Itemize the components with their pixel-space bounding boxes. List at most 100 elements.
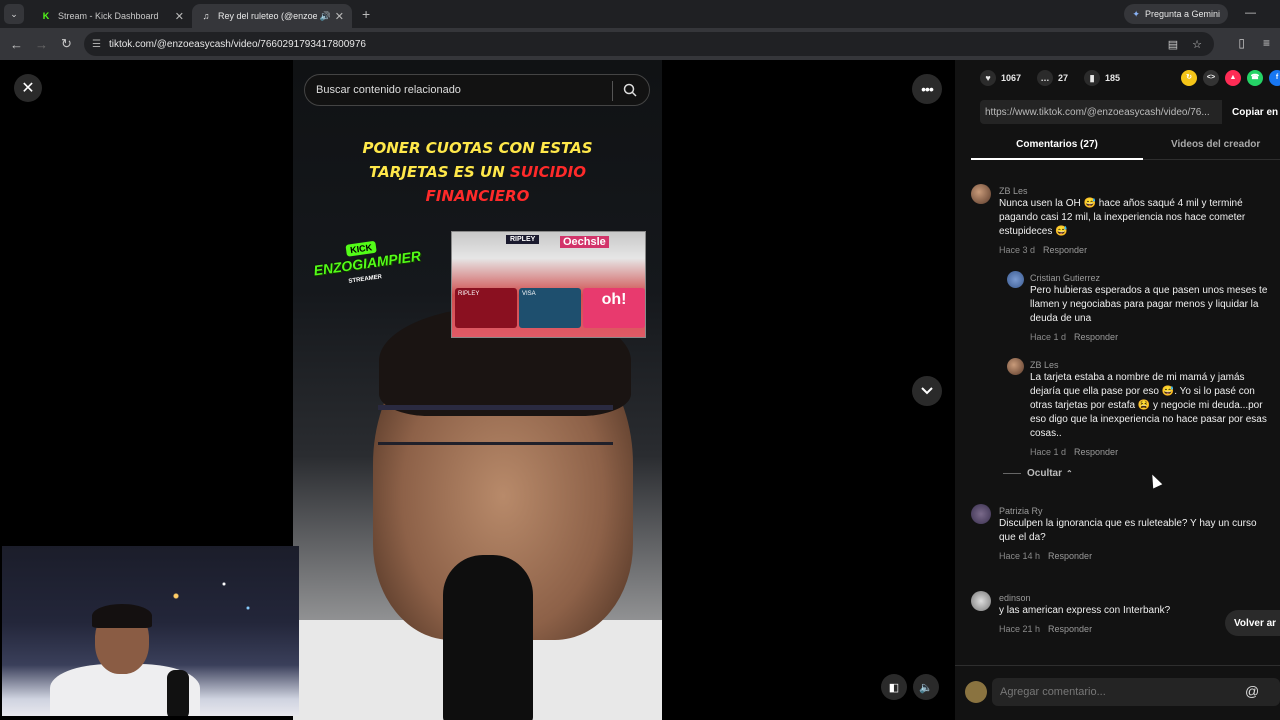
- gemini-button[interactable]: ✦ Pregunta a Gemini: [1124, 4, 1228, 24]
- browser-tab-strip: ⌄ K Stream - Kick Dashboard ✕ ♫ Rey del …: [0, 0, 1280, 28]
- comment-button[interactable]: … 27: [1037, 70, 1068, 86]
- video-microphone: [443, 555, 533, 720]
- comment-time: Hace 1 d: [1030, 447, 1067, 457]
- reading-list-icon[interactable]: ≡: [1263, 36, 1270, 50]
- new-tab-button[interactable]: +: [362, 6, 370, 22]
- like-button[interactable]: ♥ 1067: [980, 70, 1021, 86]
- comment-author[interactable]: Cristian Gutierrez: [1030, 271, 1100, 285]
- close-tab-icon[interactable]: ✕: [175, 10, 184, 23]
- extensions-icon[interactable]: ▯: [1238, 36, 1245, 50]
- ripley-card-label: RIPLEY: [458, 291, 480, 297]
- browser-toolbar: ← → ↻ ☰ tiktok.com/@enzoeasycash/video/7…: [0, 28, 1280, 60]
- volume-icon[interactable]: 🔈: [913, 674, 939, 700]
- install-app-icon[interactable]: ▤: [1168, 38, 1178, 51]
- comment-author[interactable]: Patrizia Ry: [999, 504, 1043, 518]
- gemini-icon: ✦: [1132, 8, 1140, 19]
- reply-button[interactable]: Responder: [1074, 332, 1118, 342]
- facebook-icon[interactable]: f: [1269, 70, 1280, 86]
- copy-link-button[interactable]: Copiar en: [1232, 107, 1278, 118]
- caption-line-1: PONER CUOTAS CON ESTAS: [362, 139, 593, 157]
- comment-time: Hace 3 d: [999, 245, 1036, 255]
- forward-icon[interactable]: →: [29, 37, 54, 52]
- reply-button[interactable]: Responder: [1074, 447, 1118, 457]
- more-options-icon[interactable]: •••: [912, 74, 942, 104]
- hide-replies-button[interactable]: Ocultar ⌃: [1003, 468, 1073, 479]
- kick-icon: K: [42, 11, 50, 21]
- reload-icon[interactable]: ↻: [54, 36, 79, 52]
- bookmark-star-icon[interactable]: ☆: [1192, 38, 1202, 51]
- back-icon[interactable]: ←: [4, 37, 29, 52]
- send-to-friends-icon[interactable]: ▲: [1225, 70, 1241, 86]
- tab-kick-dashboard[interactable]: K Stream - Kick Dashboard ✕: [32, 4, 192, 28]
- comment-text: La tarjeta estaba a nombre de mi mamá y …: [1030, 372, 1267, 439]
- tab-title: Stream - Kick Dashboard: [58, 11, 159, 21]
- reply-button[interactable]: Responder: [1043, 245, 1087, 255]
- chevron-up-icon: ⌃: [1066, 469, 1073, 478]
- hide-label: Ocultar: [1027, 468, 1063, 479]
- minimize-icon[interactable]: —: [1245, 7, 1256, 19]
- comment-author[interactable]: ZB Les: [999, 184, 1028, 198]
- visa-label: VISA: [522, 291, 536, 297]
- share-repost-icon[interactable]: ↻: [1181, 70, 1197, 86]
- video-glasses: [378, 405, 613, 445]
- comment-text: Pero hubieras esperados a que pasen unos…: [1030, 285, 1268, 324]
- site-info-icon[interactable]: ☰: [92, 39, 101, 50]
- gemini-label: Pregunta a Gemini: [1144, 9, 1220, 19]
- comment-text: y las american express con Interbank?: [999, 605, 1171, 616]
- avatar[interactable]: [1007, 271, 1024, 288]
- oh-card: oh!: [583, 288, 645, 328]
- avatar[interactable]: [971, 184, 991, 204]
- mention-icon[interactable]: @: [1245, 683, 1259, 699]
- ripley-card: RIPLEY: [455, 288, 517, 328]
- embed-code-icon[interactable]: <>: [1203, 70, 1219, 86]
- kick-sub: STREAMER: [348, 274, 383, 285]
- close-icon[interactable]: ✕: [14, 74, 42, 102]
- avatar: [965, 681, 987, 703]
- search-placeholder: Buscar contenido relacionado: [316, 84, 461, 96]
- comment-time: Hace 1 d: [1030, 332, 1067, 342]
- comment-meta: Hace 14 h Responder: [999, 549, 1092, 563]
- reply-button[interactable]: Responder: [1048, 624, 1092, 634]
- caption-line-2: TARJETAS ES UN SUICIDIO: [293, 160, 662, 184]
- comment-author[interactable]: edinson: [999, 591, 1031, 605]
- avatar[interactable]: [971, 504, 991, 524]
- caption-line-2a: TARJETAS ES UN: [369, 163, 511, 181]
- reply-button[interactable]: Responder: [1048, 551, 1092, 561]
- search-icon[interactable]: [623, 83, 637, 97]
- comment-item: Patrizia Ry Disculpen la ignorancia que …: [971, 504, 1276, 564]
- tab-comments[interactable]: Comentarios (27): [971, 132, 1143, 160]
- video-link-text[interactable]: https://www.tiktok.com/@enzoeasycash/vid…: [980, 100, 1222, 124]
- webcam-microphone: [167, 670, 189, 716]
- comment-text: Nunca usen la OH 😅 hace años saqué 4 mil…: [999, 198, 1246, 237]
- bookmark-icon: ▮: [1084, 70, 1101, 86]
- add-comment-input[interactable]: Agregar comentario...: [992, 678, 1280, 706]
- tab-tiktok-video[interactable]: ♫ Rey del ruleteo (@enzoeas 🔊 ✕: [192, 4, 352, 28]
- comment-author[interactable]: ZB Les: [1030, 358, 1059, 372]
- address-bar[interactable]: ☰ tiktok.com/@enzoeasycash/video/7660291…: [84, 32, 1214, 56]
- avatar[interactable]: [971, 591, 991, 611]
- credit-cards-image: RIPLEY Oechsle RIPLEY VISA oh!: [451, 231, 646, 338]
- close-tab-icon[interactable]: ✕: [335, 10, 344, 23]
- back-to-video-button[interactable]: Volver ar: [1225, 610, 1280, 636]
- comment-time: Hace 14 h: [999, 551, 1041, 561]
- tab-title: Rey del ruleteo (@enzoeas: [218, 11, 317, 21]
- share-options: ↻ <> ▲ ☎ f: [1181, 70, 1280, 86]
- whatsapp-icon[interactable]: ☎: [1247, 70, 1263, 86]
- video-player[interactable]: PONER CUOTAS CON ESTAS TARJETAS ES UN SU…: [293, 60, 662, 720]
- audio-playing-icon[interactable]: 🔊: [320, 11, 331, 22]
- save-button[interactable]: ▮ 185: [1084, 70, 1120, 86]
- pip-icon[interactable]: ◧: [881, 674, 907, 700]
- avatar[interactable]: [1007, 358, 1024, 375]
- webcam-person-hair: [92, 604, 152, 628]
- kick-streamer-logo: KICK ENZOGIAMPIER STREAMER: [306, 234, 430, 304]
- next-video-chevron-down-icon[interactable]: [912, 376, 942, 406]
- comment-meta: Hace 1 d Responder: [1030, 330, 1118, 344]
- tab-creator-videos[interactable]: Videos del creador: [1171, 132, 1260, 160]
- diners-card: VISA: [519, 288, 581, 328]
- comment-icon: …: [1037, 70, 1054, 86]
- related-search-input[interactable]: Buscar contenido relacionado: [304, 74, 650, 106]
- tab-search-icon[interactable]: ⌄: [4, 4, 24, 24]
- heart-icon: ♥: [980, 70, 996, 86]
- comments-panel: ♥ 1067 … 27 ▮ 185 ↻ <> ▲ ☎ f https://www.ti…: [955, 60, 1280, 720]
- search-divider: [612, 81, 613, 101]
